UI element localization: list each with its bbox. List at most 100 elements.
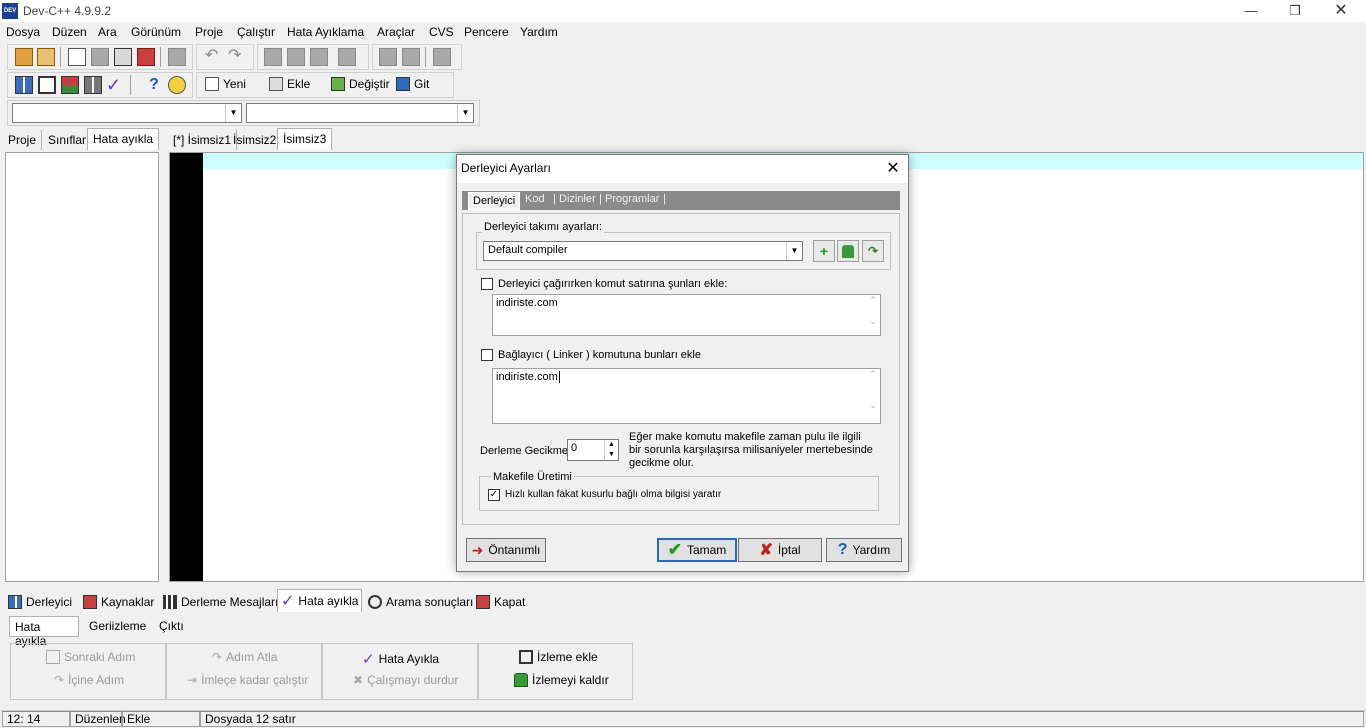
add-watch-button[interactable]: İzleme ekle (519, 650, 598, 664)
insert-button[interactable]: Ekle (269, 77, 310, 91)
help-icon[interactable]: ? (145, 76, 163, 94)
subtab-debug[interactable]: Hata ayıkla (9, 616, 79, 648)
class-combo[interactable]: ▼ (12, 103, 242, 123)
skip-step-icon: ↷ (212, 650, 223, 664)
step-into-button[interactable]: ↷ İçine Adım (54, 673, 124, 687)
menu-project[interactable]: Proje (195, 25, 223, 39)
goto-button[interactable]: Git (396, 77, 429, 91)
menu-file[interactable]: Dosya (6, 25, 40, 39)
delete-compiler-set-icon[interactable] (837, 240, 859, 262)
delay-spinner[interactable]: 0 ▲ ▼ (567, 439, 619, 461)
tab-compile-log[interactable]: Derleme Mesajları (160, 592, 281, 612)
run-to-cursor-button[interactable]: ⇥ İmleçe kadar çalıştır (187, 673, 308, 687)
goto-label: Git (414, 77, 430, 91)
tab-compiler[interactable]: Derleyici (5, 592, 75, 612)
toggle-button[interactable]: Değiştir (331, 77, 390, 91)
menu-window[interactable]: Pencere (464, 25, 509, 39)
member-combo[interactable]: ▼ (246, 103, 474, 123)
debug-check-icon[interactable]: ✓ (106, 76, 124, 94)
menu-edit[interactable]: Düzen (52, 25, 87, 39)
status-position: 12: 14 (2, 711, 70, 727)
textarea-scrollbar[interactable]: ⌃ ⌄ (866, 369, 880, 423)
menu-tools[interactable]: Araçlar (377, 25, 415, 39)
cancel-button[interactable]: ✘ İptal (738, 538, 822, 562)
find-icon[interactable] (264, 48, 282, 66)
compiler-commands-value: indiriste.com (496, 297, 558, 309)
run-icon[interactable] (38, 76, 56, 94)
fast-makefile-checkbox[interactable]: ✓ (488, 489, 500, 501)
menu-cvs[interactable]: CVS (429, 25, 454, 39)
remove-watch-label: İzlemeyi kaldır (532, 673, 609, 687)
dialog-tab-directories[interactable]: Dizinler (559, 193, 596, 205)
find-next-icon[interactable] (310, 48, 328, 66)
linker-commands-checkbox[interactable] (481, 349, 493, 361)
rename-compiler-set-icon[interactable]: ↷ (862, 240, 884, 262)
menu-run[interactable]: Çalıştır (237, 25, 275, 39)
undo-icon[interactable]: ↶ (205, 48, 223, 66)
add-commands-checkbox[interactable] (481, 278, 493, 290)
open-project-icon[interactable] (15, 48, 33, 66)
tab-file-2[interactable]: İsimsiz2 (228, 130, 283, 150)
resources-icon (83, 595, 97, 609)
rebuild-icon[interactable] (84, 76, 102, 94)
minimize-button[interactable]: — (1228, 0, 1274, 22)
menu-help[interactable]: Yardım (520, 25, 558, 39)
insert-icon (269, 77, 283, 91)
new-class-button[interactable]: Yeni (205, 77, 246, 91)
tab-close[interactable]: Kapat (473, 592, 528, 612)
project-tree[interactable] (5, 152, 159, 582)
skip-step-button[interactable]: ↷ Adım Atla (212, 650, 277, 664)
redo-icon[interactable]: ↷ (228, 48, 246, 66)
reopen-icon[interactable] (37, 48, 55, 66)
compile-run-icon[interactable] (61, 76, 79, 94)
linker-commands-value: indiriste.com (496, 371, 558, 383)
tab-search-results[interactable]: Arama sonuçları (365, 592, 476, 612)
tab-debug[interactable]: ✓ Hata ayıkla (277, 589, 363, 612)
dialog-tab-compiler[interactable]: Derleyici (468, 192, 521, 210)
close-file-icon[interactable] (137, 48, 155, 66)
dialog-tab-code[interactable]: Kod (525, 193, 545, 205)
left-panel-tabs: Proje Sınıflar Hata ayıkla (3, 128, 160, 152)
print-icon[interactable] (168, 48, 186, 66)
help-button[interactable]: ? Yardım (826, 538, 902, 562)
dialog-tab-programs[interactable]: Programlar (605, 193, 659, 205)
compiler-icon (8, 595, 22, 609)
add-compiler-set-icon[interactable]: + (813, 240, 835, 262)
menu-view[interactable]: Görünüm (131, 25, 181, 39)
close-button[interactable]: ✕ (1318, 0, 1364, 22)
tab-resources[interactable]: Kaynaklar (80, 592, 157, 612)
tab-debug-left[interactable]: Hata ayıkla (87, 128, 160, 150)
new-file-icon[interactable] (68, 48, 86, 66)
menu-search[interactable]: Ara (98, 25, 117, 39)
toggle-bookmark-icon[interactable] (433, 48, 451, 66)
save-all-icon[interactable] (114, 48, 132, 66)
compiler-set-select[interactable]: Default compiler ▼ (483, 241, 803, 261)
linker-commands-textarea[interactable]: indiriste.com ⌃ ⌄ (492, 368, 881, 424)
replace-icon[interactable] (287, 48, 305, 66)
remove-watch-button[interactable]: İzlemeyi kaldır (514, 673, 609, 687)
tab-file-3[interactable]: İsimsiz3 (277, 128, 333, 150)
goto-line-icon[interactable] (338, 48, 356, 66)
debug-button[interactable]: ✓ Hata Ayıkla (362, 650, 439, 668)
stop-execution-button[interactable]: ✖ Çalışmayı durdur (353, 673, 458, 687)
unindent-icon[interactable] (402, 48, 420, 66)
spinner-arrows-icon[interactable]: ▲ ▼ (604, 440, 618, 460)
restore-button[interactable]: ❐ (1272, 0, 1318, 22)
dialog-close-icon[interactable]: ✕ (882, 158, 904, 180)
compile-icon[interactable] (15, 76, 33, 94)
indent-icon[interactable] (379, 48, 397, 66)
delay-value: 0 (571, 442, 578, 454)
subtab-backtrace[interactable]: Geriizleme (89, 619, 146, 633)
next-step-button[interactable]: Sonraki Adım (46, 650, 135, 664)
tab-classes[interactable]: Sınıflar (43, 130, 93, 150)
default-button[interactable]: ➜ Öntanımlı (466, 538, 546, 562)
about-icon[interactable] (168, 76, 186, 94)
menu-debug[interactable]: Hata Ayıklama (287, 25, 364, 39)
textarea-scrollbar[interactable]: ⌃ ⌄ (866, 295, 880, 335)
save-icon[interactable] (91, 48, 109, 66)
ok-button[interactable]: ✔ Tamam (657, 538, 737, 562)
tab-file-1[interactable]: [*] İsimsiz1 (168, 130, 238, 150)
subtab-output[interactable]: Çıktı (159, 619, 184, 633)
tab-project[interactable]: Proje (3, 130, 43, 150)
compiler-commands-textarea[interactable]: indiriste.com ⌃ ⌄ (492, 294, 881, 336)
